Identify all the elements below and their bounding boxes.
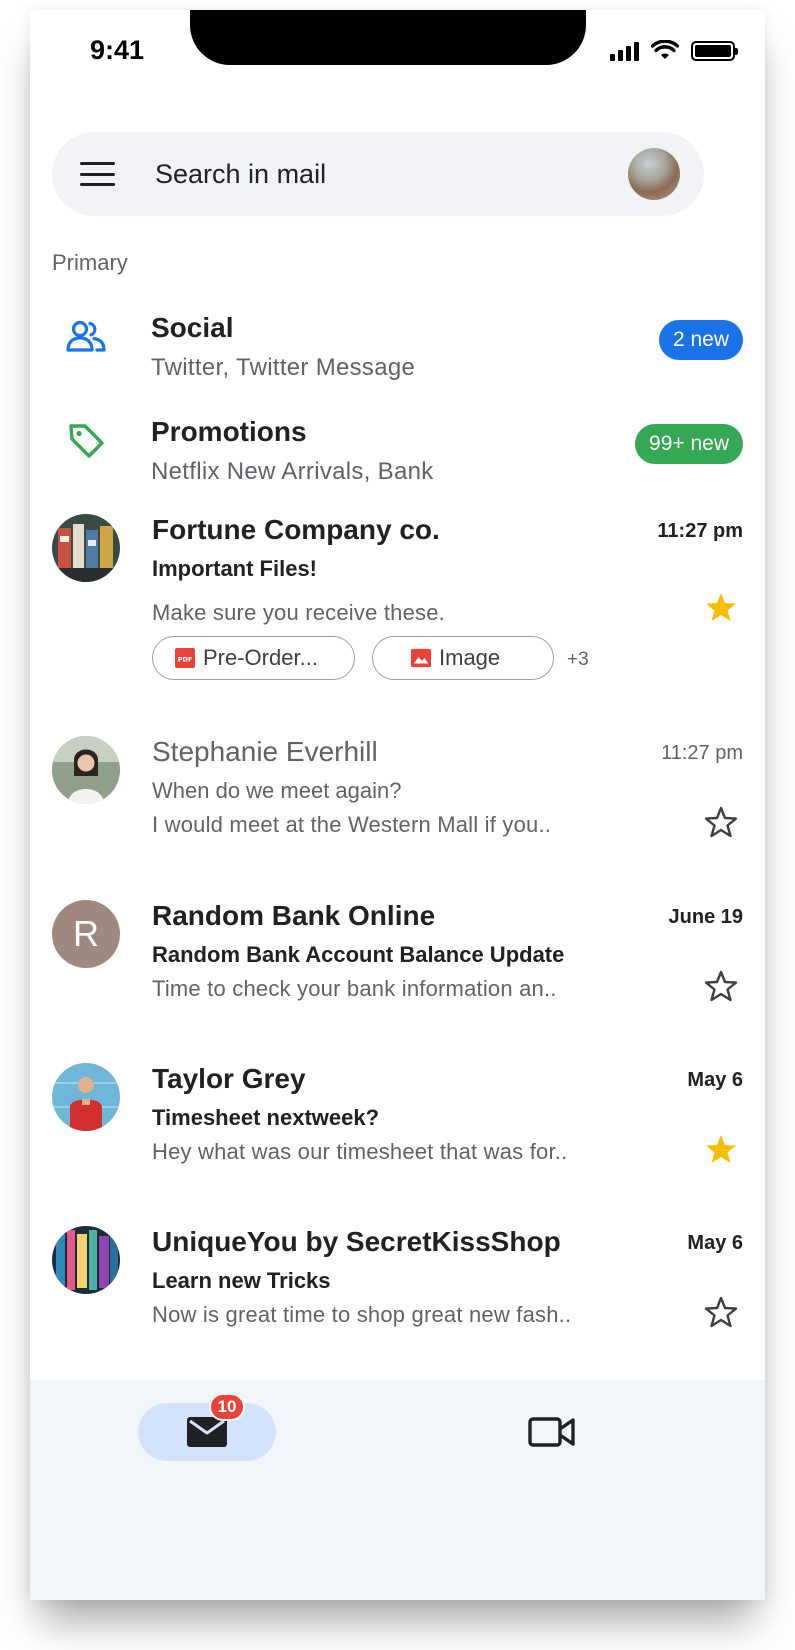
- account-avatar[interactable]: [628, 148, 680, 200]
- email-subject: Random Bank Account Balance Update: [152, 942, 565, 967]
- category-subtitle: Netflix New Arrivals, Bank: [151, 458, 434, 485]
- category-subtitle: Twitter, Twitter Message: [151, 354, 416, 381]
- email-time: June 19: [668, 906, 743, 928]
- sender-avatar: [52, 1063, 120, 1131]
- section-label: Primary: [52, 250, 128, 275]
- attachment-chip[interactable]: PDF Pre-Order...: [152, 636, 355, 680]
- star-outline-icon[interactable]: [703, 804, 739, 840]
- tag-icon: [69, 424, 104, 458]
- bottom-navigation: 10: [30, 1380, 765, 1600]
- search-bar[interactable]: Search in mail: [52, 132, 704, 216]
- email-time: 11:27 pm: [661, 742, 743, 764]
- image-icon: [411, 648, 431, 668]
- status-time: 9:41: [90, 35, 145, 65]
- pdf-icon: PDF: [175, 648, 195, 668]
- attachment-name: Pre-Order...: [203, 645, 318, 670]
- category-title: Social: [151, 312, 234, 343]
- sender-avatar: [52, 736, 120, 804]
- svg-text:PDF: PDF: [178, 656, 193, 664]
- people-icon: [66, 320, 106, 352]
- star-icon[interactable]: [703, 1131, 739, 1167]
- email-time: May 6: [687, 1232, 743, 1254]
- new-count-badge: 99+ new: [635, 424, 743, 464]
- sender-avatar: R: [52, 900, 120, 968]
- email-subject: Learn new Tricks: [152, 1268, 331, 1293]
- unread-count-badge: 10: [209, 1393, 245, 1421]
- attachment-name: Image: [439, 645, 501, 670]
- signal-icon: [610, 41, 639, 61]
- email-item[interactable]: Taylor Grey May 6 Timesheet nextweek? He…: [30, 1063, 765, 1183]
- avatar-letter: R: [73, 913, 99, 954]
- battery-icon: [691, 40, 738, 61]
- category-social[interactable]: Social Twitter, Twitter Message 2 new: [30, 312, 765, 412]
- email-item[interactable]: Stephanie Everhill 11:27 pm When do we m…: [30, 736, 765, 856]
- email-time: May 6: [687, 1069, 743, 1091]
- email-subject: When do we meet again?: [152, 778, 402, 803]
- sender-name: Stephanie Everhill: [152, 736, 378, 767]
- sender-avatar: [52, 514, 120, 582]
- notch: [190, 10, 586, 65]
- email-item[interactable]: UniqueYou by SecretKissShop May 6 Learn …: [30, 1226, 765, 1346]
- wifi-icon: [651, 40, 679, 59]
- sender-name: Taylor Grey: [152, 1063, 306, 1094]
- email-snippet: Now is great time to shop great new fash…: [152, 1302, 572, 1327]
- status-icons: [610, 40, 738, 61]
- category-title: Promotions: [151, 416, 307, 447]
- sender-avatar: [52, 1226, 120, 1294]
- menu-icon[interactable]: [80, 162, 115, 186]
- attachment-chip[interactable]: Image: [372, 636, 554, 680]
- email-snippet: Hey what was our timesheet that was for.…: [152, 1139, 568, 1164]
- email-subject: Important Files!: [152, 556, 318, 581]
- star-icon[interactable]: [703, 589, 739, 625]
- email-subject: Timesheet nextweek?: [152, 1105, 380, 1130]
- email-snippet: Time to check your bank information an..: [152, 976, 557, 1001]
- email-item[interactable]: R Random Bank Online June 19 Random Bank…: [30, 900, 765, 1020]
- phone-screen: 9:41 Search in mail Primary Social Twitt…: [30, 10, 765, 1600]
- more-attachments-count: +3: [567, 649, 589, 670]
- email-snippet: Make sure you receive these.: [152, 600, 445, 625]
- sender-name: Random Bank Online: [152, 900, 436, 931]
- search-input[interactable]: Search in mail: [155, 159, 628, 190]
- category-promotions[interactable]: Promotions Netflix New Arrivals, Bank 99…: [30, 416, 765, 516]
- email-snippet: I would meet at the Western Mall if you.…: [152, 812, 552, 837]
- star-outline-icon[interactable]: [703, 1294, 739, 1330]
- sender-name: Fortune Company co.: [152, 514, 440, 545]
- sender-name: UniqueYou by SecretKissShop: [152, 1226, 561, 1257]
- video-icon[interactable]: [528, 1416, 576, 1448]
- email-time: 11:27 pm: [657, 520, 743, 542]
- new-count-badge: 2 new: [658, 320, 743, 360]
- email-item[interactable]: Fortune Company co. 11:27 pm Important F…: [30, 514, 765, 704]
- star-outline-icon[interactable]: [703, 968, 739, 1004]
- nav-mail-tab[interactable]: [138, 1403, 276, 1461]
